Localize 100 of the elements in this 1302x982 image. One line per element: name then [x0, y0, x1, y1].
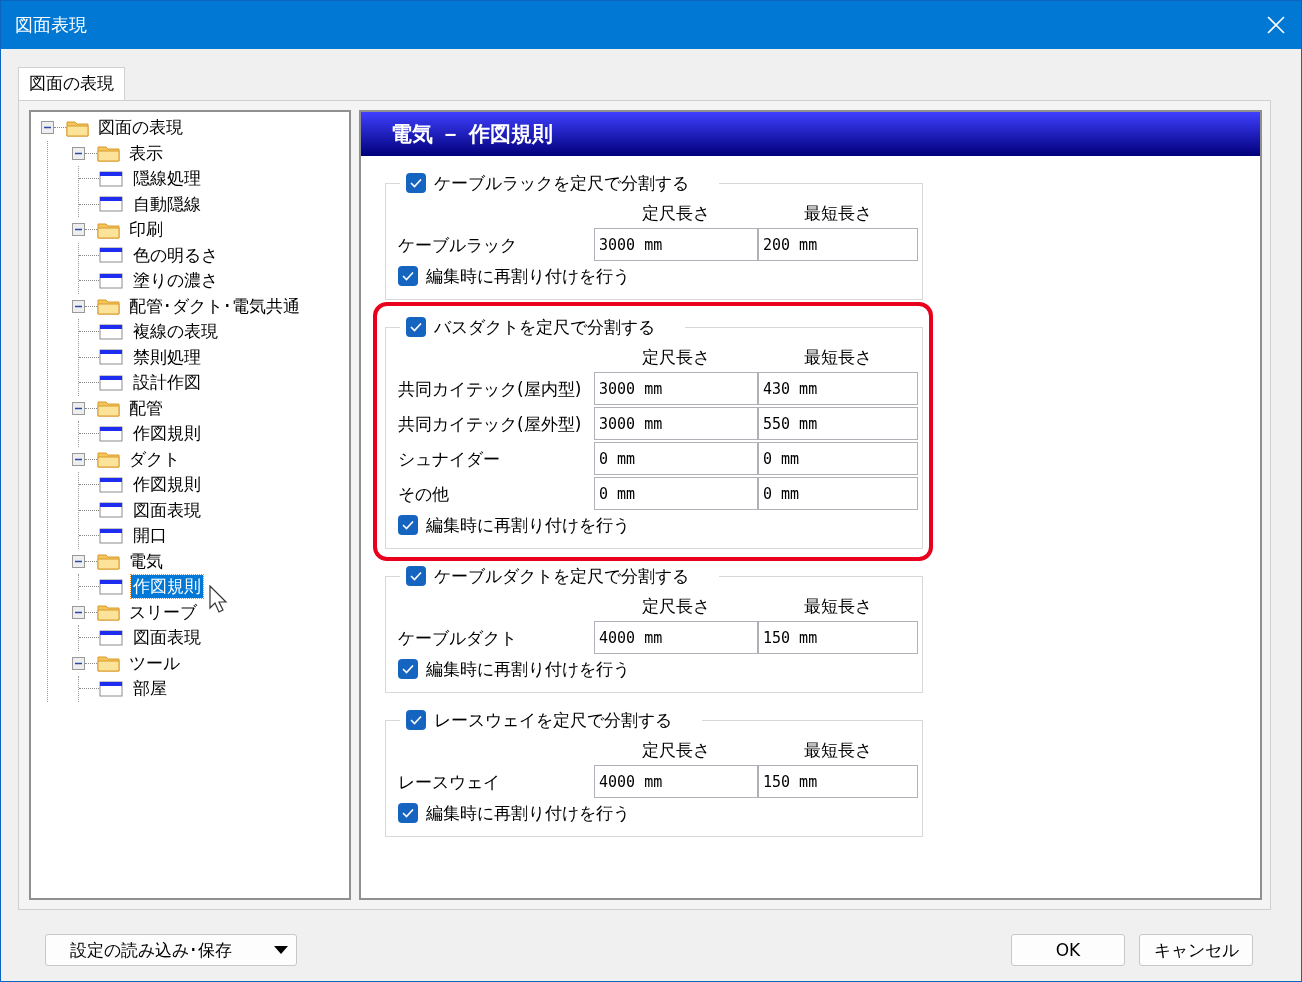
row-label: ケーブルラック — [398, 234, 518, 257]
row-label: その他 — [398, 483, 450, 506]
cancel-button[interactable]: キャンセル — [1139, 934, 1253, 966]
tree-item[interactable]: 図面の表現 — [96, 116, 185, 140]
tree-item[interactable]: スリーブ — [127, 600, 199, 624]
checkbox-label: ケーブルラックを定尺で分割する — [434, 171, 689, 195]
checkbox[interactable] — [406, 317, 426, 337]
tree-item[interactable]: 部屋 — [131, 677, 169, 701]
input-field[interactable]: 200 mm — [758, 228, 918, 261]
tree-item[interactable]: 表示 — [127, 141, 165, 165]
check-icon — [410, 571, 422, 581]
folder-icon — [97, 450, 121, 469]
input-field[interactable]: 150 mm — [758, 621, 918, 654]
collapse-icon[interactable] — [72, 605, 85, 619]
tree-item[interactable]: 印刷 — [127, 218, 165, 242]
tab[interactable]: 図面の表現 — [18, 67, 125, 100]
row-label: 共同カイテック(屋外型) — [398, 413, 583, 436]
tree-item[interactable]: 自動隠線 — [131, 192, 203, 216]
tree-item[interactable]: 配管･ダクト･電気共通 — [127, 294, 302, 318]
collapse-icon[interactable] — [72, 299, 85, 313]
row-label: ケーブルダクト — [398, 627, 518, 650]
checkbox[interactable] — [398, 803, 418, 823]
folder-icon — [97, 399, 121, 418]
folder-icon — [97, 654, 121, 673]
collapse-icon[interactable] — [72, 146, 85, 160]
column-header: 最短長さ — [803, 202, 873, 225]
close-icon[interactable] — [1265, 14, 1287, 36]
column-header: 定尺長さ — [641, 346, 711, 369]
column-header: 最短長さ — [803, 346, 873, 369]
input-field[interactable]: 430 mm — [758, 372, 918, 405]
check-icon — [402, 271, 414, 281]
ok-button[interactable]: OK — [1011, 934, 1125, 966]
tree-item[interactable]: 配管 — [127, 396, 165, 420]
collapse-icon[interactable] — [72, 401, 85, 415]
checkbox[interactable] — [406, 173, 426, 193]
checkbox-label: 編集時に再割り付けを行う — [426, 657, 630, 681]
tree-item[interactable]: 開口 — [131, 524, 169, 548]
tree-item[interactable]: 塗りの濃さ — [131, 269, 220, 293]
row-label: シュナイダー — [398, 448, 501, 471]
collapse-icon[interactable] — [72, 223, 85, 237]
dropdown-button[interactable]: 設定の読み込み･保存 — [45, 934, 297, 966]
input-field[interactable]: 0 mm — [594, 442, 758, 475]
collapse-icon[interactable] — [72, 452, 85, 466]
input-field[interactable]: 4000 mm — [594, 621, 758, 654]
tree-item[interactable]: 禁則処理 — [131, 345, 203, 369]
input-field[interactable]: 3000 mm — [594, 372, 758, 405]
column-header: 定尺長さ — [641, 202, 711, 225]
tree-item[interactable]: ダクト — [127, 447, 182, 471]
checkbox[interactable] — [406, 566, 426, 586]
checkbox-label: 編集時に再割り付けを行う — [426, 264, 630, 288]
check-icon — [410, 178, 422, 188]
folder-icon — [97, 220, 121, 239]
folder-icon — [97, 603, 121, 622]
collapse-icon[interactable] — [72, 656, 85, 670]
tree-item[interactable]: 複線の表現 — [131, 320, 220, 344]
checkbox-label: バスダクトを定尺で分割する — [434, 315, 655, 339]
check-icon — [410, 715, 422, 725]
input-field[interactable]: 3000 mm — [594, 228, 758, 261]
input-field[interactable]: 0 mm — [758, 477, 918, 510]
checkbox[interactable] — [398, 515, 418, 535]
row-label: レースウェイ — [398, 771, 501, 794]
input-field[interactable]: 3000 mm — [594, 407, 758, 440]
checkbox[interactable] — [398, 659, 418, 679]
tree-item[interactable]: 作図規則 — [131, 422, 203, 446]
collapse-icon[interactable] — [72, 554, 85, 568]
row-label: 共同カイテック(屋内型) — [398, 378, 583, 401]
folder-icon — [97, 297, 121, 316]
tree-item[interactable]: 隠線処理 — [131, 167, 203, 191]
checkbox-label: 編集時に再割り付けを行う — [426, 513, 630, 537]
tree-item[interactable]: ツール — [127, 651, 182, 675]
input-field[interactable]: 550 mm — [758, 407, 918, 440]
collapse-icon[interactable] — [41, 121, 54, 135]
check-icon — [402, 808, 414, 818]
input-field[interactable]: 150 mm — [758, 765, 918, 798]
column-header: 定尺長さ — [641, 595, 711, 618]
check-icon — [402, 664, 414, 674]
check-icon — [410, 322, 422, 332]
checkbox-label: 編集時に再割り付けを行う — [426, 801, 630, 825]
folder-icon — [66, 118, 90, 137]
caret-icon — [274, 946, 288, 954]
tree-item[interactable]: 設計作図 — [131, 371, 203, 395]
check-icon — [402, 520, 414, 530]
tree-item[interactable]: 作図規則 — [131, 575, 203, 599]
tree-item[interactable]: 図面表現 — [131, 626, 203, 650]
column-header: 最短長さ — [803, 739, 873, 762]
tree-item[interactable]: 色の明るさ — [131, 243, 220, 267]
column-header: 定尺長さ — [641, 739, 711, 762]
input-field[interactable]: 4000 mm — [594, 765, 758, 798]
folder-icon — [97, 144, 121, 163]
input-field[interactable]: 0 mm — [758, 442, 918, 475]
tree-item[interactable]: 作図規則 — [131, 473, 203, 497]
panel-header: 電気 － 作図規則 — [361, 112, 1260, 156]
tree-item[interactable]: 図面表現 — [131, 498, 203, 522]
folder-icon — [97, 552, 121, 571]
tree-item[interactable]: 電気 — [127, 549, 165, 573]
window-title: 図面表現 — [15, 13, 87, 37]
checkbox[interactable] — [406, 710, 426, 730]
checkbox[interactable] — [398, 266, 418, 286]
input-field[interactable]: 0 mm — [594, 477, 758, 510]
checkbox-label: ケーブルダクトを定尺で分割する — [434, 564, 689, 588]
